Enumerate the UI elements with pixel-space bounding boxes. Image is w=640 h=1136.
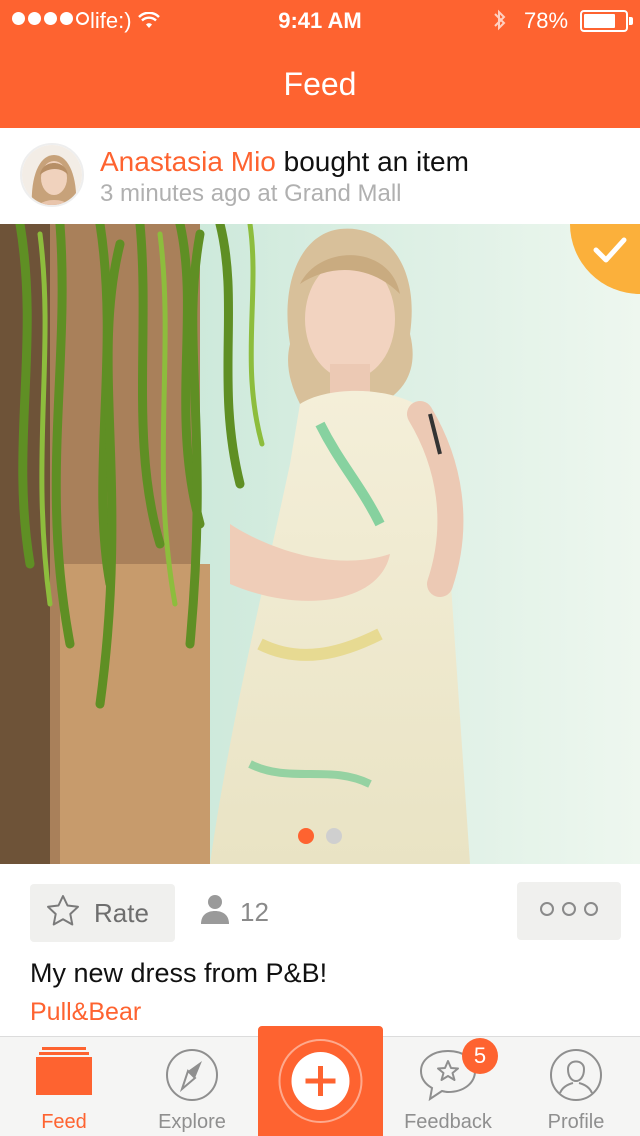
feed-icon bbox=[0, 1047, 128, 1095]
header-bar: life:) 9:41 AM 78% Feed bbox=[0, 0, 640, 128]
tab-explore[interactable]: Explore bbox=[128, 1037, 256, 1136]
page-title: Feed bbox=[283, 66, 357, 102]
rate-label: Rate bbox=[94, 897, 149, 928]
compass-icon bbox=[128, 1047, 256, 1103]
photo-illustration bbox=[0, 224, 640, 864]
star-icon bbox=[46, 894, 80, 933]
post-meta: 3 minutes ago at Grand Mall bbox=[100, 180, 402, 207]
profile-icon bbox=[512, 1047, 640, 1103]
buyers-count[interactable]: 12 bbox=[198, 893, 269, 932]
tab-profile[interactable]: Profile bbox=[512, 1037, 640, 1136]
post-header: Anastasia Mio bought an item 3 minutes a… bbox=[0, 128, 640, 224]
brand-link[interactable]: Pull&Bear bbox=[30, 998, 141, 1027]
avatar[interactable] bbox=[20, 143, 84, 207]
battery-icon bbox=[580, 10, 633, 32]
tab-explore-label: Explore bbox=[158, 1111, 226, 1133]
user-name-link[interactable]: Anastasia Mio bbox=[100, 146, 276, 177]
add-post-button[interactable] bbox=[258, 1026, 383, 1136]
bluetooth-icon bbox=[492, 7, 508, 39]
photo-pager[interactable] bbox=[0, 828, 640, 844]
tab-feed[interactable]: Feed bbox=[0, 1037, 128, 1136]
pager-dot[interactable] bbox=[326, 828, 342, 844]
add-icon bbox=[278, 1039, 363, 1123]
status-bar: life:) 9:41 AM 78% bbox=[0, 0, 640, 40]
purchased-check-icon bbox=[570, 224, 640, 294]
post-action: bought an item bbox=[283, 146, 469, 177]
person-icon bbox=[198, 893, 232, 932]
buyers-count-value: 12 bbox=[240, 897, 269, 927]
post-photo[interactable] bbox=[0, 224, 640, 864]
post-title: Anastasia Mio bought an item bbox=[100, 146, 469, 178]
more-options-button[interactable] bbox=[517, 882, 621, 940]
tab-feed-label: Feed bbox=[41, 1111, 87, 1133]
battery-percent: 78% bbox=[524, 8, 569, 33]
more-dots-icon bbox=[539, 901, 599, 922]
tab-feedback-label: Feedback bbox=[404, 1111, 492, 1133]
rate-button[interactable]: Rate bbox=[30, 884, 175, 942]
pager-dot[interactable] bbox=[298, 828, 314, 844]
tab-profile-label: Profile bbox=[547, 1111, 605, 1133]
post-caption: My new dress from P&B! bbox=[30, 958, 328, 988]
feedback-badge: 5 bbox=[462, 1038, 498, 1074]
